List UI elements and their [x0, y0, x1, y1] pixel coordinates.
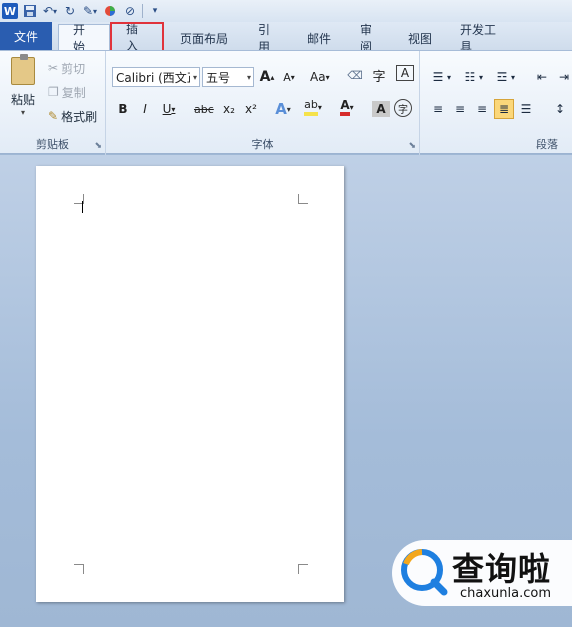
format-painter-label: 格式刷 — [61, 109, 98, 124]
text-effects-button[interactable]: A ▾ — [274, 99, 292, 119]
font-name-value: Calibri (西文正 — [116, 70, 190, 85]
format-painter-icon[interactable]: ✎ ▾ — [82, 2, 98, 20]
character-shading-button[interactable]: A — [372, 101, 390, 117]
tab-home[interactable]: 开始 — [58, 23, 110, 54]
highlight-button[interactable]: ab ▾ — [304, 97, 322, 117]
bullets-dropdown-icon[interactable]: ▾ — [444, 67, 454, 87]
phonetic-guide-icon: 字 — [372, 69, 386, 85]
clear-formatting-button[interactable]: ⌫ — [346, 65, 364, 85]
shrink-font-button[interactable]: A ▾ — [280, 67, 298, 87]
text-cursor — [82, 201, 83, 213]
search-logo-icon — [401, 549, 448, 596]
tab-review[interactable]: 审阅 — [346, 23, 394, 54]
subscript-label: x₂ — [223, 102, 235, 116]
line-spacing-button[interactable]: ↕ — [550, 99, 570, 119]
margin-corner-top-right — [298, 194, 308, 204]
paragraph-group: ☰ ▾ ☷ ▾ ☲ ▾ ⇤ ⇥ ≡ ≡ ≡ ≣ ☰ ↕ 段落 — [420, 51, 572, 155]
numbering-dropdown-icon[interactable]: ▾ — [476, 67, 486, 87]
clipboard-group-label: 剪贴板 — [36, 138, 69, 151]
cut-button[interactable]: ✂ 剪切 — [48, 59, 85, 77]
tab-mailings[interactable]: 邮件 — [292, 26, 346, 50]
font-color-icon: A — [340, 98, 350, 116]
tab-view[interactable]: 视图 — [394, 26, 446, 50]
change-case-label: Aa — [310, 70, 326, 84]
enclose-characters-icon: 字 — [398, 104, 408, 116]
font-size-value: 五号 — [206, 70, 231, 85]
tab-insert[interactable]: 插入 — [110, 22, 164, 53]
character-border-icon: A — [400, 66, 410, 80]
enclose-characters-button[interactable]: 字 — [394, 99, 412, 117]
copy-button[interactable]: ❐ 复制 — [48, 83, 86, 101]
highlighter-icon: ab — [304, 98, 318, 116]
redo-icon[interactable]: ↻ — [62, 2, 78, 20]
distributed-button[interactable]: ☰ — [516, 99, 536, 119]
italic-label: I — [143, 102, 147, 116]
brush-icon: ✎ — [48, 109, 59, 123]
undo-icon[interactable]: ↶ ▾ — [42, 2, 58, 20]
decrease-indent-button[interactable]: ⇤ — [532, 67, 552, 87]
chevron-down-icon: ▾ — [192, 72, 197, 82]
color-icon[interactable] — [102, 2, 118, 20]
customize-icon[interactable]: ▾ — [147, 2, 163, 20]
align-center-button[interactable]: ≡ — [450, 99, 470, 119]
multilevel-dropdown-icon[interactable]: ▾ — [508, 67, 518, 87]
tab-references[interactable]: 引用 — [244, 23, 292, 54]
chevron-down-icon: ▾ — [246, 72, 251, 82]
paste-button[interactable]: 粘贴 ▾ — [6, 54, 40, 127]
font-color-button[interactable]: A ▾ — [338, 97, 356, 117]
cut-label: 剪切 — [61, 61, 86, 76]
character-border-button[interactable]: A — [396, 65, 414, 81]
document-page[interactable] — [36, 166, 344, 602]
italic-button[interactable]: I — [136, 99, 154, 119]
phonetic-guide-button[interactable]: 字 — [370, 65, 388, 85]
quick-access-toolbar: W ↶ ▾ ↻ ✎ ▾ ⊘ ▾ — [0, 0, 572, 22]
margin-corner-bottom-left — [74, 564, 84, 574]
tab-file[interactable]: 文件 — [0, 22, 52, 50]
copy-icon: ❐ — [48, 85, 59, 99]
ribbon-tabs: 文件 开始 插入 页面布局 引用 邮件 审阅 视图 开发工具 — [0, 22, 572, 54]
change-case-button[interactable]: Aa ▾ — [310, 67, 330, 87]
justify-button[interactable]: ≣ — [494, 99, 514, 119]
paste-label: 粘贴 — [10, 93, 35, 107]
bold-button[interactable]: B — [114, 99, 132, 119]
align-right-button[interactable]: ≡ — [472, 99, 492, 119]
clipboard-group: 粘贴 ▾ ✂ 剪切 ❐ 复制 ✎ 格式刷 剪贴板 ⬊ — [0, 51, 106, 155]
tab-page-layout[interactable]: 页面布局 — [164, 26, 244, 50]
font-name-select[interactable]: Calibri (西文正 ▾ — [112, 67, 200, 87]
paragraph-group-label: 段落 — [536, 138, 558, 151]
strikethrough-button[interactable]: abc — [194, 99, 214, 119]
copy-label: 复制 — [61, 85, 86, 100]
paste-icon — [11, 54, 35, 85]
watermark: 查询啦 chaxunla.com — [392, 540, 572, 606]
scissors-icon: ✂ — [48, 61, 59, 75]
bold-label: B — [118, 102, 128, 116]
font-group-label: 字体 — [251, 138, 274, 151]
paste-dropdown-icon[interactable]: ▾ — [21, 108, 25, 117]
watermark-url: chaxunla.com — [460, 586, 551, 601]
increase-indent-button[interactable]: ⇥ — [554, 67, 572, 87]
underline-button[interactable]: U ▾ — [160, 99, 178, 119]
clear-format-icon[interactable]: ⊘ — [122, 2, 138, 20]
superscript-label: x² — [245, 102, 257, 116]
toolbar-separator — [142, 4, 143, 18]
watermark-brand: 查询啦 — [452, 550, 552, 588]
font-size-select[interactable]: 五号 ▾ — [202, 67, 254, 87]
shrink-font-icon: A — [283, 70, 291, 84]
subscript-button[interactable]: x₂ — [220, 99, 238, 119]
save-icon[interactable] — [22, 2, 38, 20]
tab-developer[interactable]: 开发工具 — [446, 23, 518, 54]
font-launcher-icon[interactable]: ⬊ — [408, 141, 416, 151]
format-painter-button[interactable]: ✎ 格式刷 — [48, 107, 97, 125]
superscript-button[interactable]: x² — [242, 99, 260, 119]
font-group: Calibri (西文正 ▾ 五号 ▾ A▴ A▾ Aa▾ ⌫ 字 A B I — [106, 51, 420, 155]
underline-label: U — [162, 102, 172, 116]
ribbon: 粘贴 ▾ ✂ 剪切 ❐ 复制 ✎ 格式刷 剪贴板 ⬊ Calibri (西文正 … — [0, 50, 572, 155]
word-app-icon[interactable]: W — [2, 3, 18, 19]
grow-font-button[interactable]: A ▴ — [258, 67, 276, 87]
margin-corner-bottom-right — [298, 564, 308, 574]
clipboard-launcher-icon[interactable]: ⬊ — [94, 141, 102, 151]
grow-font-icon: A — [259, 69, 271, 85]
align-left-button[interactable]: ≡ — [428, 99, 448, 119]
strikethrough-label: abc — [194, 102, 214, 116]
